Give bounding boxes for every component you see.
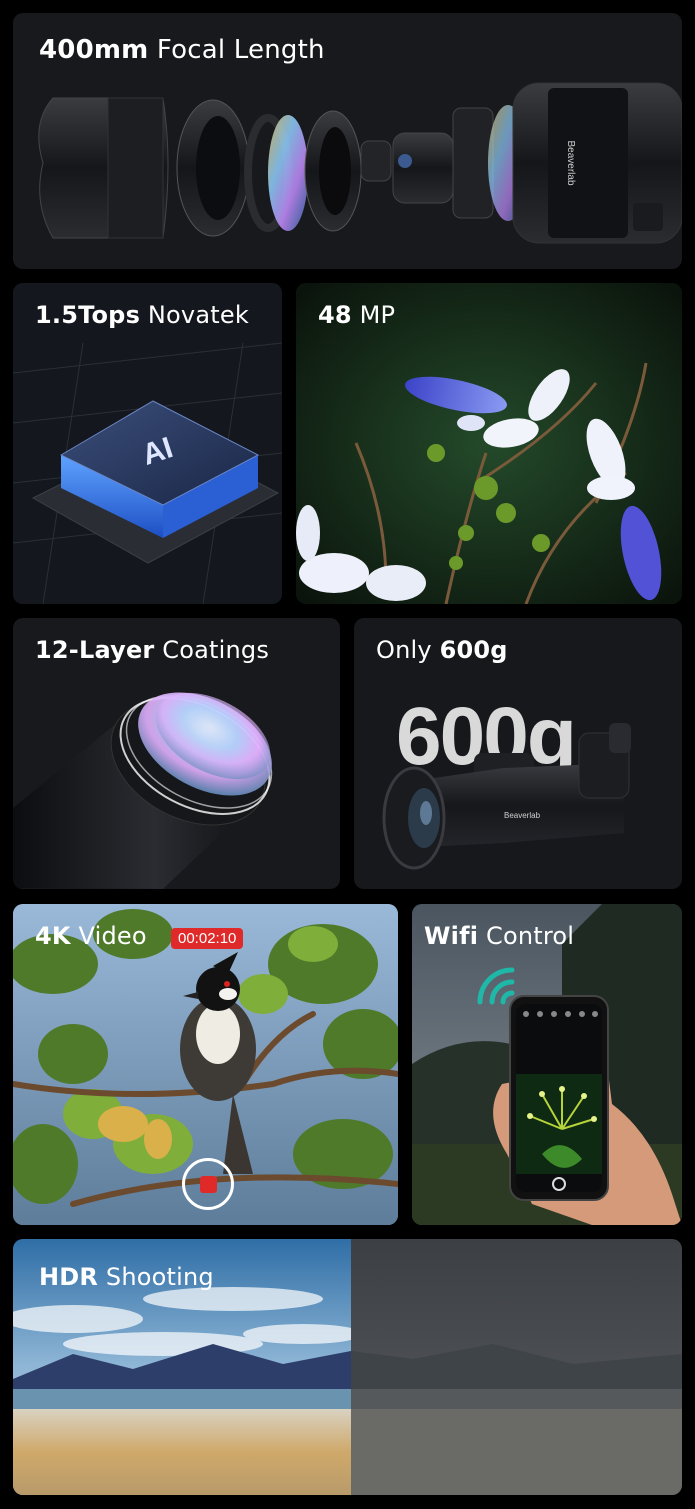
- wifi-icon: [477, 967, 515, 1005]
- coatings-card: 12-Layer Coatings: [13, 618, 340, 889]
- chip-card: AI 1.5Tops Novatek: [13, 283, 282, 604]
- video-bold: 4K: [35, 922, 71, 950]
- wifi-scene: [412, 904, 682, 1225]
- weight-brand-text: Beaverlab: [504, 811, 541, 820]
- wifi-bold: Wifi: [424, 922, 479, 950]
- wifi-title: Wifi Control: [424, 922, 574, 950]
- megapixel-card: 48 MP: [296, 283, 682, 604]
- focal-length-card: 400mm Focal Length Beaverlab: [13, 13, 682, 269]
- focal-length-bold: 400mm: [39, 35, 149, 65]
- weight-light: Only: [376, 636, 440, 664]
- ai-chip-illustration: AI: [13, 283, 282, 604]
- wifi-card: Wifi Control: [412, 904, 682, 1225]
- focal-brand-text: Beaverlab: [565, 140, 576, 185]
- coatings-bold: 12-Layer: [35, 636, 155, 664]
- record-icon: [200, 1176, 217, 1193]
- video-title: 4K Video: [35, 922, 147, 950]
- recording-timer-badge: 00:02:10: [171, 928, 244, 949]
- hdr-bold: HDR: [39, 1263, 99, 1291]
- megapixel-bold: 48: [318, 301, 352, 329]
- hdr-light: Shooting: [98, 1263, 214, 1291]
- chip-bold: 1.5Tops: [35, 301, 141, 329]
- megapixel-light: MP: [351, 301, 396, 329]
- chip-light: Novatek: [140, 301, 249, 329]
- focal-length-light: Focal Length: [148, 35, 325, 65]
- video-card: 4K Video 00:02:10: [13, 904, 398, 1225]
- megapixel-title: 48 MP: [318, 301, 395, 329]
- hdr-card: HDR Shooting: [13, 1239, 682, 1495]
- weight-card: Only 600g 600g Beaverlab: [354, 618, 682, 889]
- hdr-title: HDR Shooting: [39, 1263, 214, 1291]
- flower-photo: [296, 283, 682, 604]
- record-button[interactable]: [182, 1158, 234, 1210]
- coatings-light: Coatings: [154, 636, 270, 664]
- video-light: Video: [70, 922, 147, 950]
- wifi-light: Control: [478, 922, 575, 950]
- coatings-title: 12-Layer Coatings: [35, 636, 269, 664]
- weight-title: Only 600g: [376, 636, 508, 664]
- focal-length-title: 400mm Focal Length: [39, 35, 325, 65]
- weight-bold: 600g: [439, 636, 508, 664]
- chip-title: 1.5Tops Novatek: [35, 301, 249, 329]
